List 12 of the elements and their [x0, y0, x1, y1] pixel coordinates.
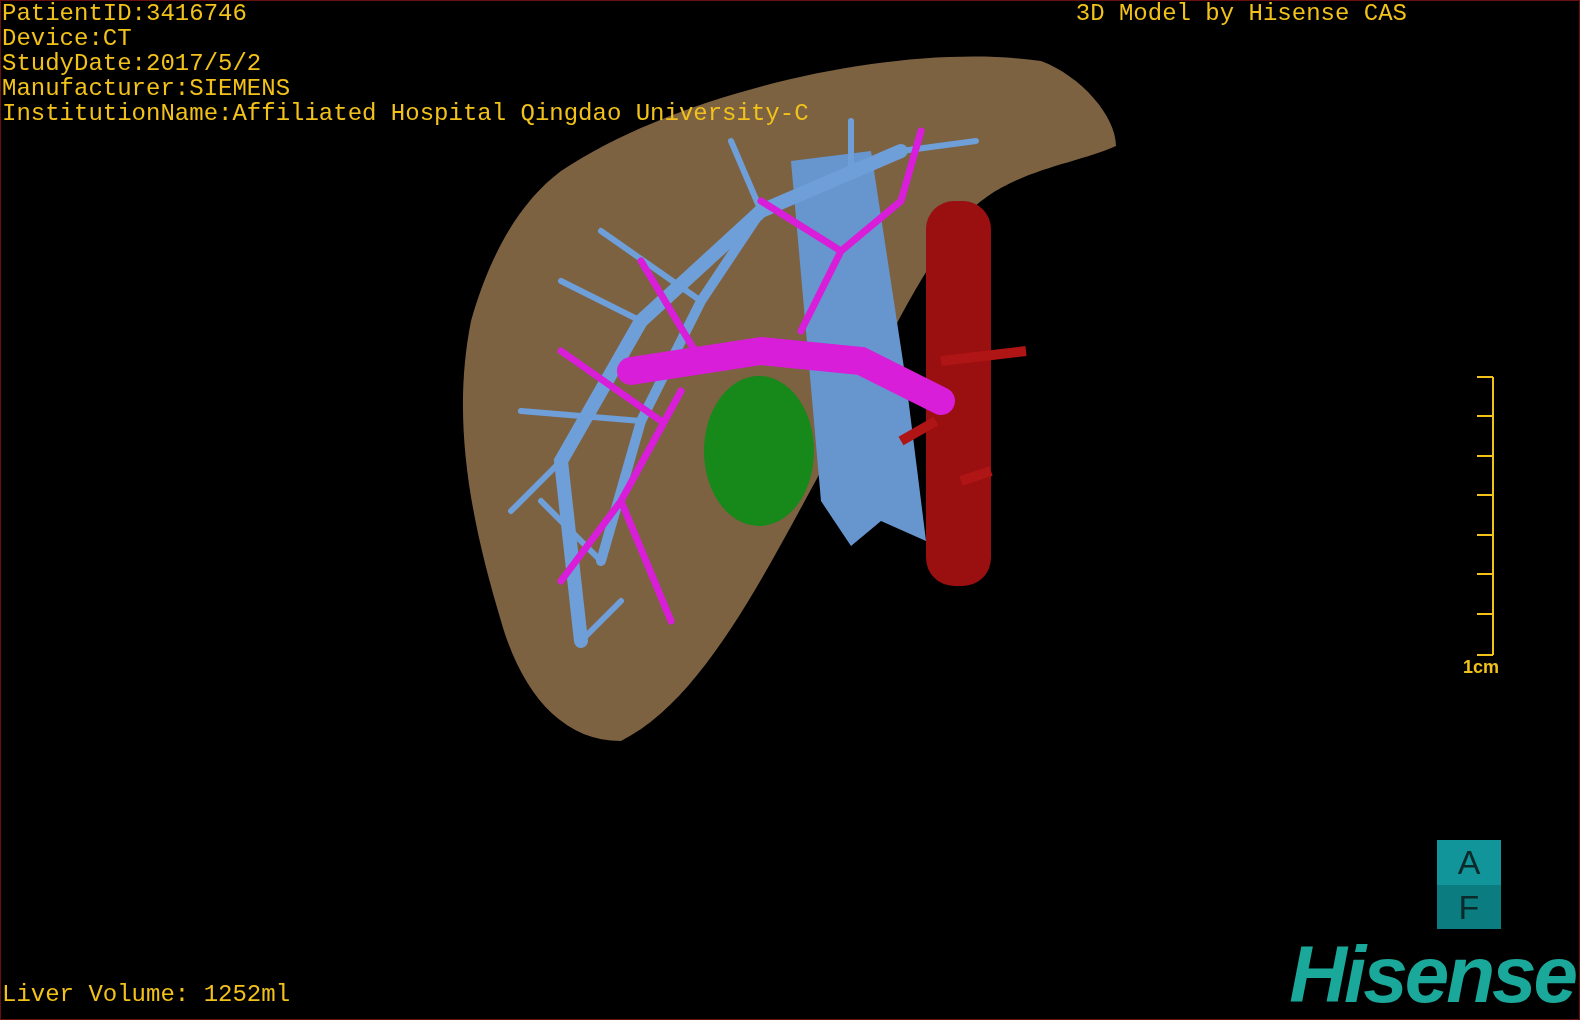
orientation-cube[interactable]: A F: [1437, 840, 1501, 929]
scale-bar-icon: [1477, 376, 1495, 656]
cube-face: F: [1437, 885, 1501, 929]
cube-face: A: [1437, 840, 1501, 885]
scale-label: 1cm: [1462, 656, 1499, 678]
patient-info-line: StudyDate:2017/5/2: [2, 51, 263, 76]
brand-logo: Hisense: [1289, 939, 1577, 1019]
patient-info-line: Manufacturer:SIEMENS: [2, 76, 292, 101]
liver-volume-text: Liver Volume: 1252ml: [1, 982, 291, 1010]
patient-info-line: Device:CT: [2, 26, 133, 51]
app-title: 3D Model by Hisense CAS: [1075, 1, 1407, 29]
patient-info-line: PatientID:3416746: [2, 1, 248, 26]
